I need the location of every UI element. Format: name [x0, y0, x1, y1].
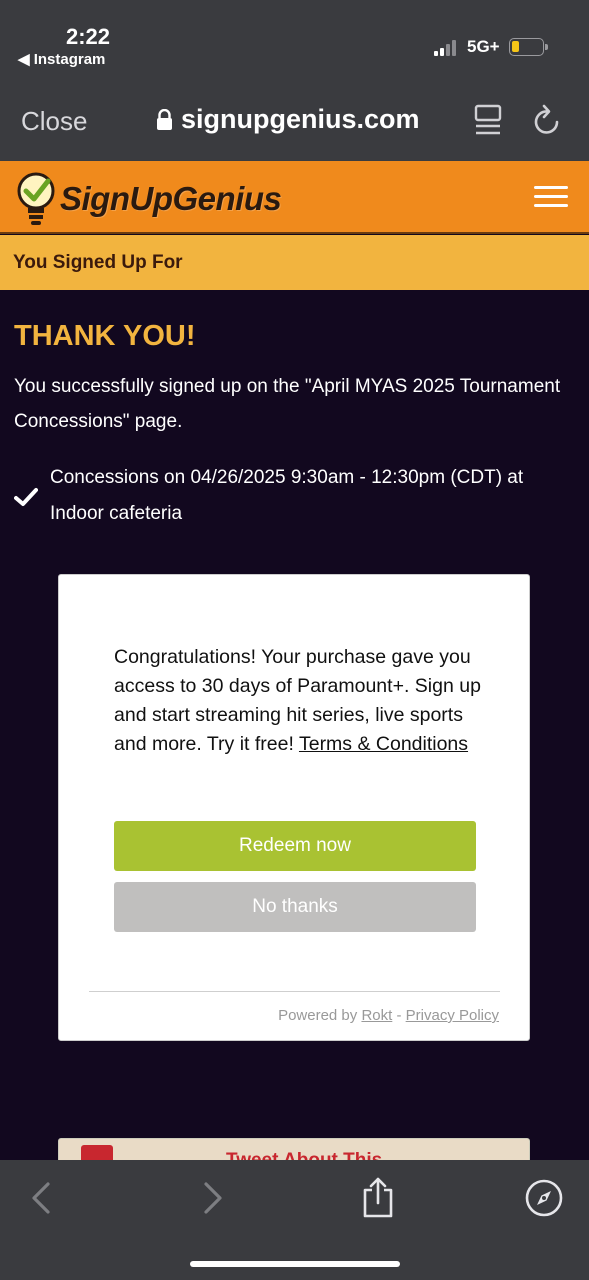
home-indicator[interactable]: [190, 1261, 400, 1267]
lightbulb-icon: [17, 172, 55, 225]
browser-toolbar: [0, 1160, 589, 1280]
signup-slot-details: Concessions on 04/26/2025 9:30am - 12:30…: [50, 467, 524, 524]
clock: 2:22: [66, 24, 111, 49]
footer-separator: -: [392, 1007, 406, 1024]
page-title: THANK YOU!: [14, 320, 196, 352]
menu-icon[interactable]: [534, 186, 568, 208]
address-bar[interactable]: signupgenius.com: [156, 104, 420, 135]
signed-up-for-bar: You Signed Up For: [0, 235, 589, 290]
no-thanks-button[interactable]: No thanks: [114, 882, 476, 932]
powered-by-label: Powered by: [278, 1007, 362, 1024]
terms-link[interactable]: Terms & Conditions: [299, 733, 468, 755]
compass-icon[interactable]: [524, 1178, 564, 1218]
rokt-link[interactable]: Rokt: [361, 1007, 392, 1024]
back-to-instagram-link[interactable]: ◀ Instagram: [18, 50, 105, 68]
strip-title: You Signed Up For: [13, 252, 183, 273]
checkmark-icon: [14, 488, 38, 506]
network-label: 5G+: [467, 37, 500, 56]
status-bar: 2:22 ◀ Instagram 5G+: [0, 0, 589, 82]
offer-text: Congratulations! Your purchase gave you …: [114, 643, 484, 759]
site-header: SignUpGenius: [0, 161, 589, 234]
url-text: signupgenius.com: [181, 104, 420, 134]
browser-bar: Close signupgenius.com: [0, 82, 589, 161]
reload-icon[interactable]: [532, 104, 562, 136]
offer-modal: Congratulations! Your purchase gave you …: [58, 574, 530, 1041]
reader-view-icon[interactable]: [474, 104, 502, 136]
success-message: You successfully signed up on the "April…: [14, 376, 561, 432]
divider: [89, 991, 500, 992]
forward-arrow-icon[interactable]: [200, 1180, 226, 1216]
signupgenius-logo[interactable]: SignUpGenius: [16, 171, 282, 227]
lock-icon: [157, 108, 172, 130]
offer-footer: Powered by Rokt - Privacy Policy: [278, 1007, 499, 1024]
battery-icon: [509, 38, 548, 56]
close-button[interactable]: Close: [21, 106, 87, 137]
signal-icon: [434, 40, 462, 56]
share-icon[interactable]: [360, 1176, 396, 1218]
logo-text: SignUpGenius: [60, 180, 282, 217]
back-arrow-icon[interactable]: [28, 1180, 54, 1216]
privacy-policy-link[interactable]: Privacy Policy: [406, 1007, 499, 1024]
redeem-now-button[interactable]: Redeem now: [114, 821, 476, 871]
